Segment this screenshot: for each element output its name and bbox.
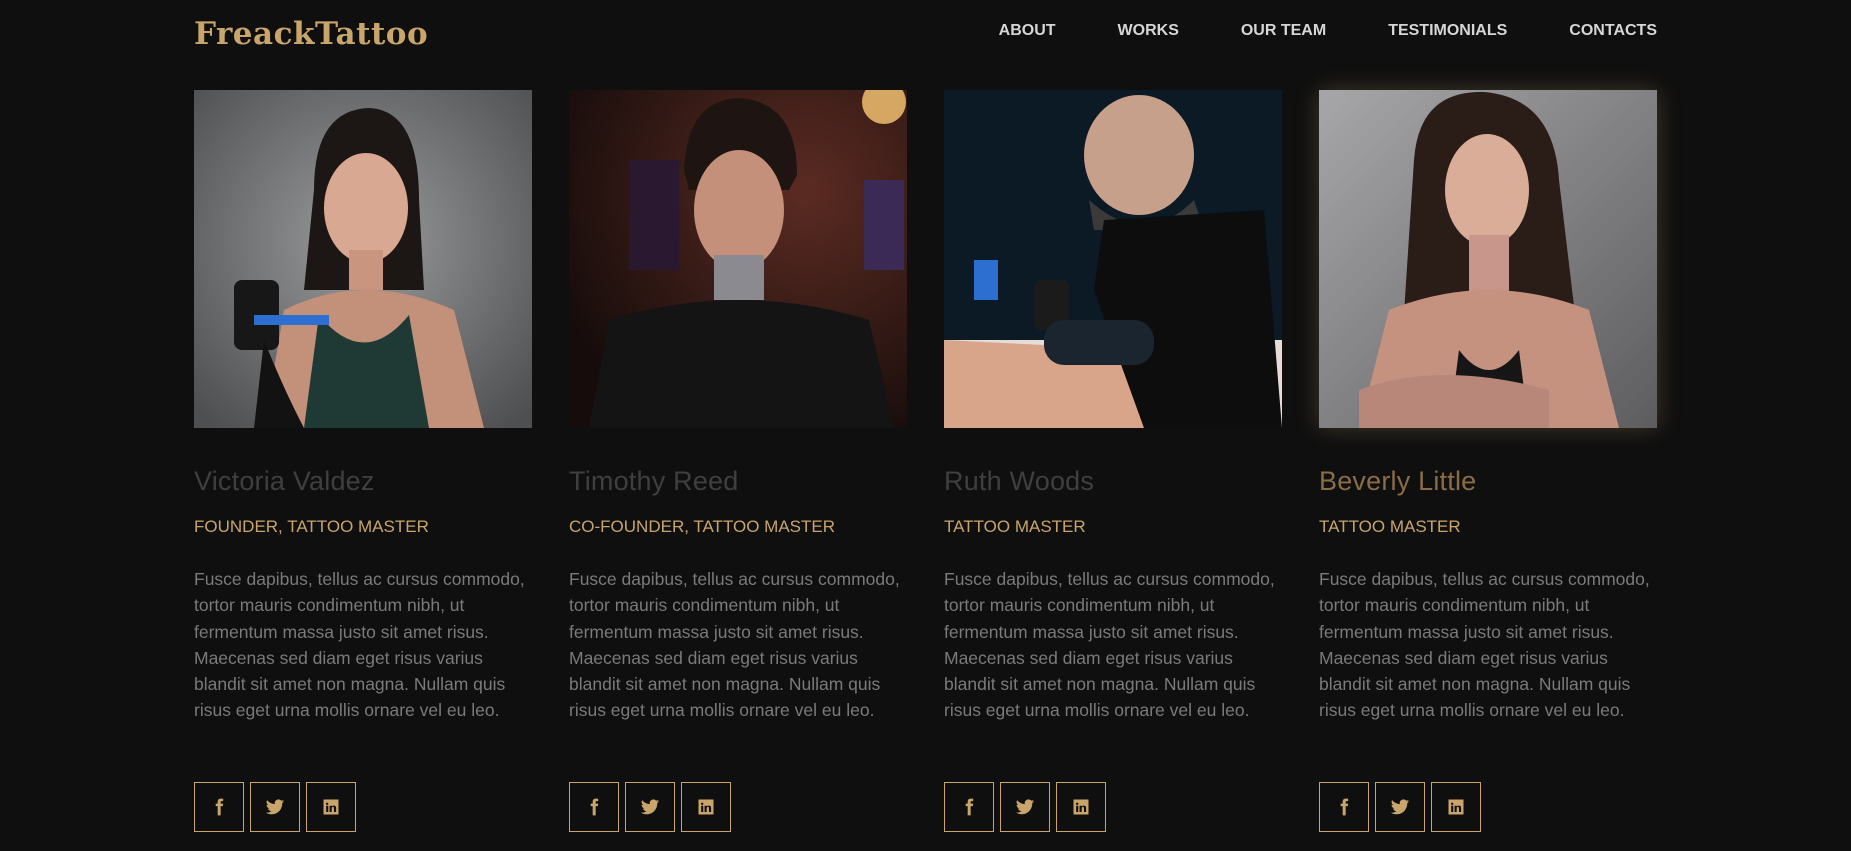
member-role: FOUNDER, TATTOO MASTER bbox=[194, 517, 429, 536]
facebook-button[interactable] bbox=[944, 782, 994, 832]
nav-item-works[interactable]: WORKS bbox=[1118, 22, 1179, 40]
member-name: Ruth Woods bbox=[944, 466, 1095, 496]
twitter-icon bbox=[1015, 799, 1035, 815]
twitter-button[interactable] bbox=[250, 782, 300, 832]
team-member-card: Beverly Little TATTOO MASTER Fusce dapib… bbox=[1319, 90, 1657, 832]
nav-item-about[interactable]: ABOUT bbox=[999, 22, 1056, 40]
nav-item-our-team[interactable]: OUR TEAM bbox=[1241, 22, 1326, 40]
nav-item-contacts[interactable]: CONTACTS bbox=[1569, 22, 1657, 40]
facebook-button[interactable] bbox=[194, 782, 244, 832]
member-role: TATTOO MASTER bbox=[1319, 517, 1461, 536]
member-name: Timothy Reed bbox=[569, 466, 739, 496]
linkedin-button[interactable] bbox=[1056, 782, 1106, 832]
facebook-button[interactable] bbox=[1319, 782, 1369, 832]
linkedin-icon bbox=[323, 799, 339, 815]
main-nav: ABOUT WORKS OUR TEAM TESTIMONIALS CONTAC… bbox=[999, 22, 1657, 40]
member-name: Victoria Valdez bbox=[194, 466, 375, 496]
linkedin-icon bbox=[1073, 799, 1089, 815]
member-photo bbox=[194, 90, 532, 428]
member-bio: Fusce dapibus, tellus ac cursus commodo,… bbox=[569, 569, 900, 721]
member-social-links bbox=[194, 782, 362, 832]
site-logo[interactable]: FreackTattoo bbox=[194, 16, 428, 52]
team-member-card: Timothy Reed CO-FOUNDER, TATTOO MASTER F… bbox=[569, 90, 907, 832]
member-bio: Fusce dapibus, tellus ac cursus commodo,… bbox=[944, 569, 1275, 721]
linkedin-button[interactable] bbox=[306, 782, 356, 832]
twitter-button[interactable] bbox=[1000, 782, 1050, 832]
member-social-links bbox=[944, 782, 1112, 832]
twitter-button[interactable] bbox=[625, 782, 675, 832]
member-photo bbox=[944, 90, 1282, 428]
linkedin-icon bbox=[698, 799, 714, 815]
member-photo bbox=[1319, 90, 1657, 428]
site-header: FreackTattoo ABOUT WORKS OUR TEAM TESTIM… bbox=[0, 0, 1851, 70]
member-bio: Fusce dapibus, tellus ac cursus commodo,… bbox=[194, 569, 525, 721]
nav-item-testimonials[interactable]: TESTIMONIALS bbox=[1388, 22, 1507, 40]
member-bio: Fusce dapibus, tellus ac cursus commodo,… bbox=[1319, 569, 1650, 721]
team-member-card: Victoria Valdez FOUNDER, TATTOO MASTER F… bbox=[194, 90, 532, 832]
team-grid: Victoria Valdez FOUNDER, TATTOO MASTER F… bbox=[194, 90, 1657, 832]
member-role: TATTOO MASTER bbox=[944, 517, 1086, 536]
twitter-button[interactable] bbox=[1375, 782, 1425, 832]
linkedin-icon bbox=[1448, 799, 1464, 815]
team-member-card: Ruth Woods TATTOO MASTER Fusce dapibus, … bbox=[944, 90, 1282, 832]
twitter-icon bbox=[265, 799, 285, 815]
facebook-icon bbox=[1340, 798, 1349, 816]
twitter-icon bbox=[640, 799, 660, 815]
facebook-icon bbox=[590, 798, 599, 816]
linkedin-button[interactable] bbox=[681, 782, 731, 832]
member-role: CO-FOUNDER, TATTOO MASTER bbox=[569, 517, 836, 536]
member-name: Beverly Little bbox=[1319, 466, 1477, 496]
member-photo bbox=[569, 90, 907, 428]
member-social-links bbox=[569, 782, 737, 832]
linkedin-button[interactable] bbox=[1431, 782, 1481, 832]
facebook-button[interactable] bbox=[569, 782, 619, 832]
facebook-icon bbox=[215, 798, 224, 816]
member-social-links bbox=[1319, 782, 1487, 832]
twitter-icon bbox=[1390, 799, 1410, 815]
facebook-icon bbox=[965, 798, 974, 816]
